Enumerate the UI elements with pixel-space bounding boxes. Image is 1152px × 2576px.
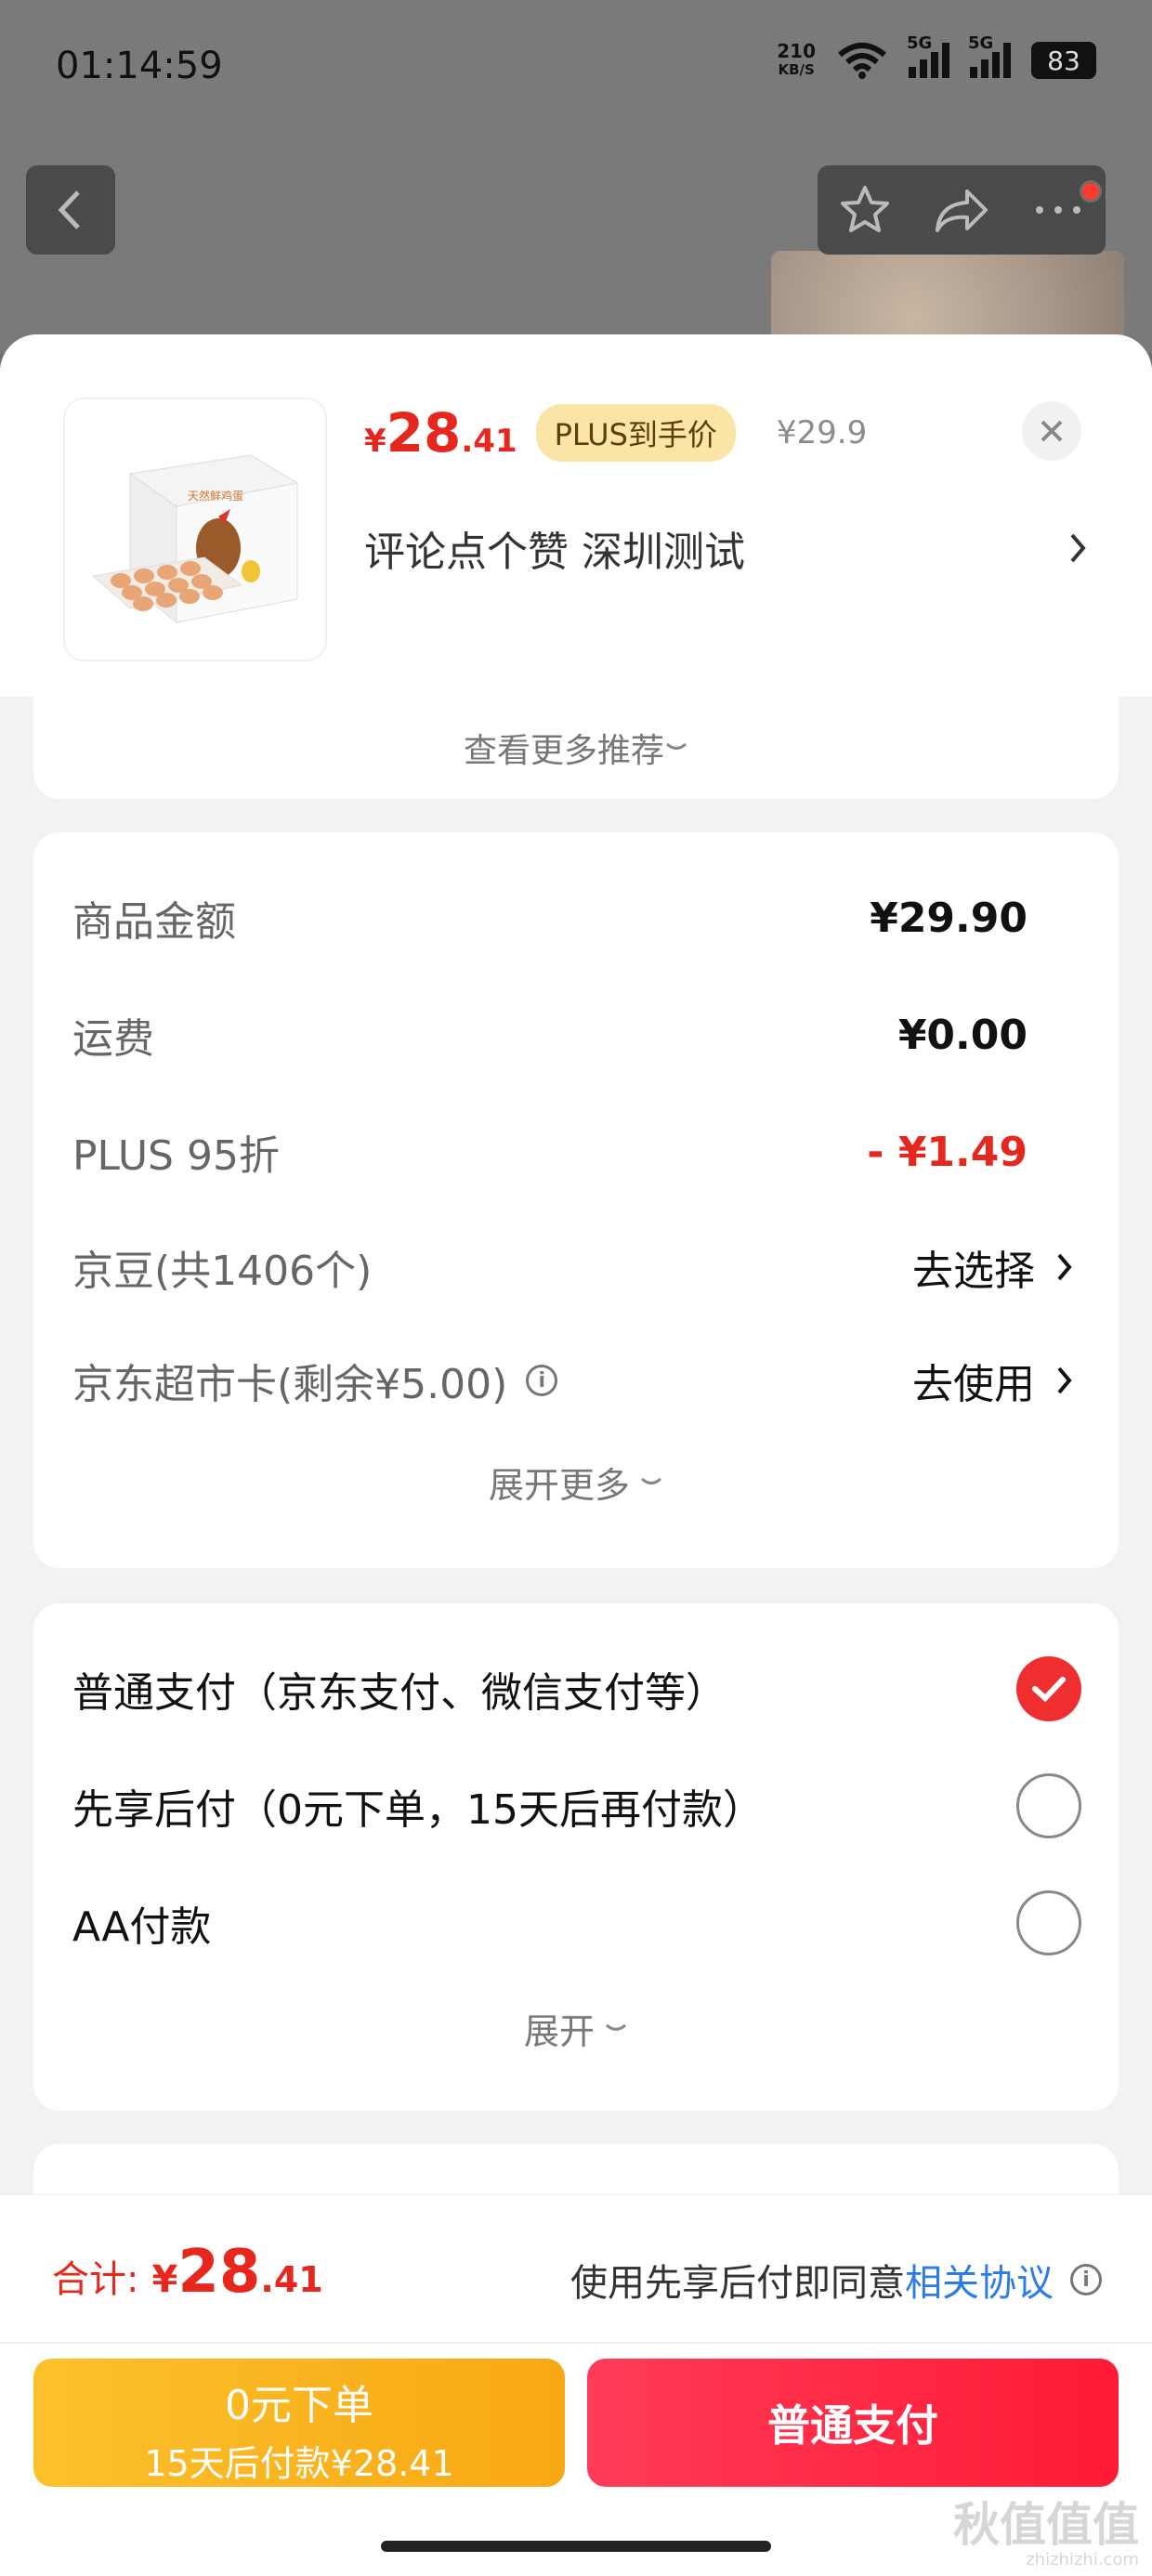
fee-label: PLUS 95折 — [72, 1132, 280, 1180]
payment-radio[interactable] — [1016, 1890, 1081, 1955]
payment-option-label: AA付款 — [72, 1903, 212, 1951]
top-actions — [818, 165, 1106, 255]
fee-row-market-card[interactable]: 京东超市卡(剩余¥5.00) i 去使用 — [72, 1343, 1072, 1418]
chevron-right-icon — [1057, 1253, 1072, 1281]
notification-dot — [1080, 180, 1102, 203]
expand-label: 展开更多 — [488, 1465, 630, 1506]
product-subtitle-row[interactable]: 评论点个赞 深圳测试 — [364, 511, 1089, 585]
more-recommend-link[interactable]: 查看更多推荐 — [33, 697, 1119, 799]
chevron-right-icon — [1057, 1366, 1072, 1394]
total-symbol: ¥ — [151, 2258, 178, 2301]
plus-price-badge: PLUS到手价 — [535, 404, 736, 462]
chevron-down-icon — [640, 1477, 662, 1484]
use-market-card-button[interactable]: 去使用 — [912, 1351, 1074, 1410]
fee-value: ¥29.90 — [870, 894, 1028, 942]
back-arrow-icon — [58, 190, 80, 229]
payment-method-card: 普通支付（京东支付、微信支付等） 先享后付（0元下单，15天后再付款） AA付款… — [33, 1603, 1119, 2111]
agreement-text: 使用先享后付即同意 — [570, 2262, 905, 2305]
watermark-main: 秋值值值 — [953, 2498, 1139, 2552]
total-int: 28 — [177, 2238, 261, 2307]
payment-option-label: 普通支付（京东支付、微信支付等） — [72, 1669, 727, 1717]
bottom-bar: 合计: ¥28.41 使用先享后付即同意相关协议 i 0元下单 15天后付款¥2… — [0, 2194, 1152, 2576]
watermark: 秋值值值 zhizhizhi.com — [953, 2502, 1139, 2569]
price-row: ¥28.41 PLUS到手价 ¥29.9 — [364, 396, 867, 470]
battery-icon: 83 — [1031, 42, 1096, 79]
fee-label: 京豆(共1406个) — [72, 1248, 373, 1295]
fee-label: 商品金额 — [72, 898, 236, 946]
fee-row-shipping: 运费 ¥0.00 — [72, 998, 1028, 1072]
agreement-notice: 使用先享后付即同意相关协议 i — [570, 2253, 1102, 2307]
signal-tag: 5G — [907, 33, 933, 53]
expand-label: 展开 — [523, 2011, 595, 2052]
bnpl-button-subtitle: 15天后付款¥28.41 — [144, 2443, 454, 2484]
fee-label-with-info: 京东超市卡(剩余¥5.00) i — [72, 1351, 558, 1410]
product-thumbnail: 天然鲜鸡蛋 — [65, 399, 325, 660]
bnpl-button-title: 0元下单 — [225, 2382, 373, 2429]
price-dec: .41 — [461, 423, 517, 460]
fee-label: 京东超市卡(剩余¥5.00) — [72, 1361, 508, 1408]
star-icon[interactable] — [837, 182, 893, 238]
price-symbol: ¥ — [364, 423, 386, 460]
chevron-down-icon — [665, 742, 687, 750]
payment-option-bnpl[interactable]: 先享后付（0元下单，15天后再付款） — [72, 1769, 1081, 1843]
total-dec: .41 — [260, 2259, 323, 2300]
payment-option-aa[interactable]: AA付款 — [72, 1886, 1081, 1960]
watermark-sub: zhizhizhi.com — [1026, 2550, 1139, 2569]
fee-row-jingdou[interactable]: 京豆(共1406个) 去选择 — [72, 1230, 1072, 1304]
home-indicator[interactable] — [381, 2541, 771, 2552]
info-icon[interactable]: i — [1070, 2264, 1102, 2295]
plus-price: ¥28.41 — [364, 401, 517, 464]
status-time: 01:14:59 — [56, 45, 223, 87]
agreement-link[interactable]: 相关协议 — [905, 2262, 1054, 2305]
back-button[interactable] — [26, 165, 115, 255]
fee-row-goods: 商品金额 ¥29.90 — [72, 881, 1028, 955]
fee-action-label: 去选择 — [912, 1248, 1035, 1295]
original-price: ¥29.9 — [776, 414, 868, 451]
net-speed-unit: KB/S — [778, 61, 815, 78]
more-recommend-label: 查看更多推荐 — [463, 732, 664, 770]
fee-value: - ¥1.49 — [867, 1128, 1028, 1176]
payment-radio-selected[interactable] — [1016, 1656, 1081, 1721]
more-icon[interactable] — [1030, 201, 1086, 219]
payment-option-label: 先享后付（0元下单，15天后再付款） — [72, 1786, 764, 1834]
fee-label: 运费 — [72, 1015, 154, 1063]
checkmark-icon — [1032, 1677, 1066, 1703]
share-icon[interactable] — [932, 182, 991, 238]
wifi-icon — [836, 42, 888, 79]
status-bar: 01:14:59 210 KB/S 5G 5G 83 — [0, 0, 1152, 139]
fee-value: ¥0.00 — [897, 1011, 1028, 1059]
price-int: 28 — [386, 401, 462, 464]
signal-icon-2: 5G — [968, 33, 1011, 78]
close-button[interactable] — [1022, 401, 1081, 461]
fee-action-label: 去使用 — [912, 1361, 1035, 1408]
expand-payment-button[interactable]: 展开 — [33, 2003, 1119, 2054]
select-jingdou-button[interactable]: 去选择 — [912, 1237, 1074, 1297]
fee-row-plus-discount: PLUS 95折 - ¥1.49 — [72, 1115, 1028, 1189]
expand-more-button[interactable]: 展开更多 — [33, 1457, 1119, 1508]
net-speed-value: 210 — [777, 40, 816, 62]
normal-pay-button[interactable]: 普通支付 — [587, 2359, 1119, 2487]
close-icon — [1041, 420, 1063, 442]
payment-option-normal[interactable]: 普通支付（京东支付、微信支付等） — [72, 1652, 1081, 1726]
payment-radio[interactable] — [1016, 1773, 1081, 1838]
signal-icon: 5G — [907, 33, 949, 78]
fee-summary-card: 商品金额 ¥29.90 运费 ¥0.00 PLUS 95折 - ¥1.49 京豆… — [33, 832, 1119, 1568]
sheet-header: 天然鲜鸡蛋 ¥28.41 PLUS到手价 ¥29.9 评论点个赞 深圳测试 — [0, 334, 1152, 697]
chevron-right-icon — [1070, 533, 1086, 563]
total-label: 合计: — [52, 2258, 139, 2301]
thumb-brand-text: 天然鲜鸡蛋 — [188, 489, 243, 503]
chevron-down-icon — [605, 2023, 627, 2031]
product-subtitle: 评论点个赞 深圳测试 — [364, 529, 745, 576]
signal-tag-2: 5G — [968, 33, 994, 53]
order-total: 合计: ¥28.41 — [52, 2238, 323, 2307]
divider — [0, 2342, 1152, 2344]
bnpl-order-button[interactable]: 0元下单 15天后付款¥28.41 — [33, 2359, 565, 2487]
net-speed: 210 KB/S — [777, 42, 816, 79]
info-icon[interactable]: i — [526, 1365, 558, 1396]
